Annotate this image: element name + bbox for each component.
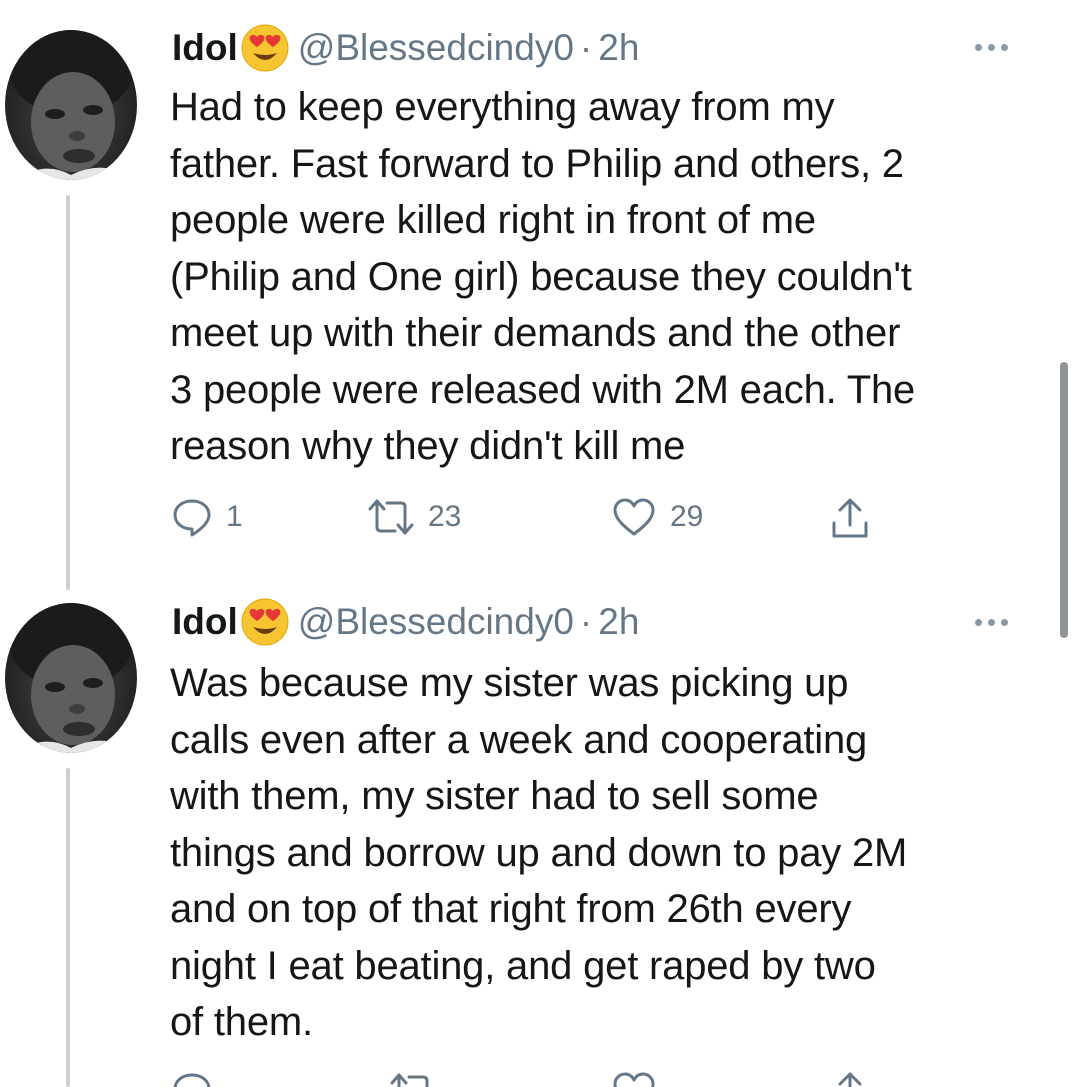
- share-button[interactable]: [830, 497, 870, 539]
- timestamp[interactable]: 2h: [598, 601, 639, 643]
- tweet-text-line: Was because my sister was picking up: [170, 661, 849, 705]
- reply-button[interactable]: [172, 1071, 212, 1087]
- reply-icon: [173, 499, 211, 537]
- avatar[interactable]: [5, 603, 137, 753]
- twitter-thread-screenshot: Idol @Blessedcindy0 · 2h Had to keep eve…: [0, 0, 1080, 1087]
- heart-icon: [613, 1072, 655, 1087]
- tweet-text-line: of them.: [170, 1000, 313, 1044]
- heart-eyes-emoji-icon: [240, 597, 290, 647]
- reply-button[interactable]: 1: [172, 497, 243, 537]
- reply-icon: [173, 1073, 211, 1087]
- tweet-header: Idol @Blessedcindy0 · 2h: [172, 597, 639, 647]
- heart-eyes-emoji-icon: [240, 23, 290, 73]
- thread-line: [66, 195, 70, 590]
- tweet-actions: [172, 1071, 892, 1087]
- thread-line: [66, 768, 70, 1087]
- separator-dot: ·: [579, 601, 593, 642]
- tweet-text-line: night I eat beating, and get raped by tw…: [170, 943, 876, 988]
- tweet-text-line: (Philip and One girl) because they could…: [170, 254, 912, 299]
- more-icon[interactable]: [975, 619, 1008, 626]
- tweet-text-line: calls even after a week and cooperating: [170, 717, 868, 762]
- tweet-text-line: Had to keep everything away from my: [170, 85, 835, 129]
- more-icon[interactable]: [975, 44, 1008, 51]
- tweet-text: Was because my sister was picking up cal…: [170, 655, 1030, 1051]
- retweet-button[interactable]: 23: [368, 497, 461, 537]
- retweet-icon: [368, 499, 414, 535]
- retweet-count: 23: [428, 500, 462, 533]
- retweet-icon: [390, 1073, 429, 1087]
- tweet-text-line: people were killed right in front of me: [170, 198, 816, 242]
- heart-icon: [613, 498, 655, 536]
- display-name[interactable]: Idol: [172, 27, 238, 69]
- tweet-text-line: 3 people were released with 2M each. The: [170, 367, 916, 412]
- tweet-actions: 1 23 29: [172, 497, 892, 541]
- share-button[interactable]: [830, 1071, 870, 1087]
- timestamp[interactable]: 2h: [598, 27, 639, 69]
- tweet-text-line: with them, my sister had to sell some: [170, 774, 819, 818]
- separator-dot: ·: [579, 27, 593, 68]
- like-button[interactable]: [612, 1071, 656, 1087]
- user-handle[interactable]: @Blessedcindy0: [298, 27, 574, 69]
- share-icon: [838, 1072, 862, 1087]
- reply-count: 1: [226, 500, 243, 533]
- tweet-text-line: meet up with their demands and the other: [170, 311, 901, 355]
- display-name[interactable]: Idol: [172, 601, 238, 643]
- tweet-header: Idol @Blessedcindy0 · 2h: [172, 23, 639, 73]
- scrollbar[interactable]: [1060, 362, 1068, 638]
- tweet-text: Had to keep everything away from my fath…: [170, 79, 1030, 475]
- tweet-text-line: reason why they didn't kill me: [170, 424, 686, 468]
- share-icon: [832, 498, 868, 538]
- like-count: 29: [670, 500, 704, 533]
- tweet-text-line: father. Fast forward to Philip and other…: [170, 141, 904, 186]
- avatar[interactable]: [5, 30, 137, 180]
- tweet-text-line: things and borrow up and down to pay 2M: [170, 830, 908, 875]
- retweet-button[interactable]: [390, 1071, 436, 1087]
- like-button[interactable]: 29: [612, 497, 703, 537]
- tweet-text-line: and on top of that right from 26th every: [170, 887, 852, 931]
- user-handle[interactable]: @Blessedcindy0: [298, 601, 574, 643]
